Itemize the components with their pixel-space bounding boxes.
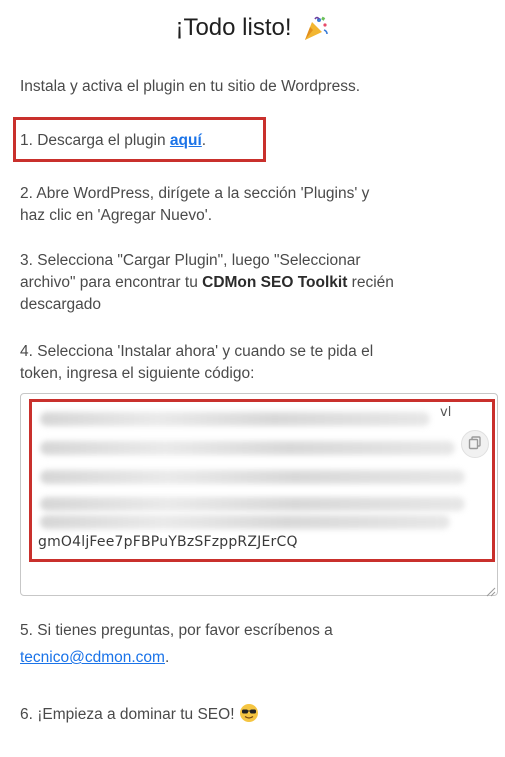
step3-line3: descargado (20, 296, 102, 313)
page-title: ¡Todo listo! (175, 14, 292, 41)
step-4: 4. Selecciona 'Instalar ahora' y cuando … (20, 341, 490, 385)
step3-line2-suffix: recién (347, 274, 394, 291)
intro-text: Instala y activa el plugin en tu sitio d… (20, 78, 361, 95)
party-popper-icon (302, 14, 330, 42)
step-6: 6. ¡Empieza a dominar tu SEO! (20, 703, 490, 726)
download-plugin-link[interactable]: aquí (170, 132, 202, 149)
step1-suffix: . (201, 132, 207, 149)
step-2: 2. Abre WordPress, dirígete a la sección… (20, 183, 490, 227)
step4-line1: 4. Selecciona 'Instalar ahora' y cuando … (20, 343, 374, 360)
plugin-name: CDMon SEO Toolkit (202, 274, 348, 291)
title-row: ¡Todo listo! (0, 14, 505, 42)
step6-text: 6. ¡Empieza a dominar tu SEO! (20, 706, 239, 723)
step2-line1: 2. Abre WordPress, dirígete a la sección… (20, 185, 370, 202)
token-highlight-box (29, 399, 495, 562)
step2-line2: haz clic en 'Agregar Nuevo'. (20, 207, 213, 224)
support-email-link[interactable]: tecnico@cdmon.com (20, 649, 165, 666)
step3-line1: 3. Selecciona "Cargar Plugin", luego "Se… (20, 252, 361, 269)
step-1: 1. Descarga el plugin aquí. (20, 130, 490, 152)
step1-text: 1. Descarga el plugin (20, 132, 170, 149)
step4-line2: token, ingresa el siguiente código: (20, 365, 255, 382)
step-5: 5. Si tienes preguntas, por favor escríb… (20, 620, 490, 669)
step3-line2: archivo" para encontrar tu (20, 274, 203, 291)
step5-suffix: . (164, 649, 170, 666)
sunglasses-face-icon (239, 703, 259, 723)
resize-handle-icon[interactable] (484, 582, 496, 597)
step5-line1: 5. Si tienes preguntas, por favor escríb… (20, 622, 333, 639)
step-3: 3. Selecciona "Cargar Plugin", luego "Se… (20, 250, 490, 316)
